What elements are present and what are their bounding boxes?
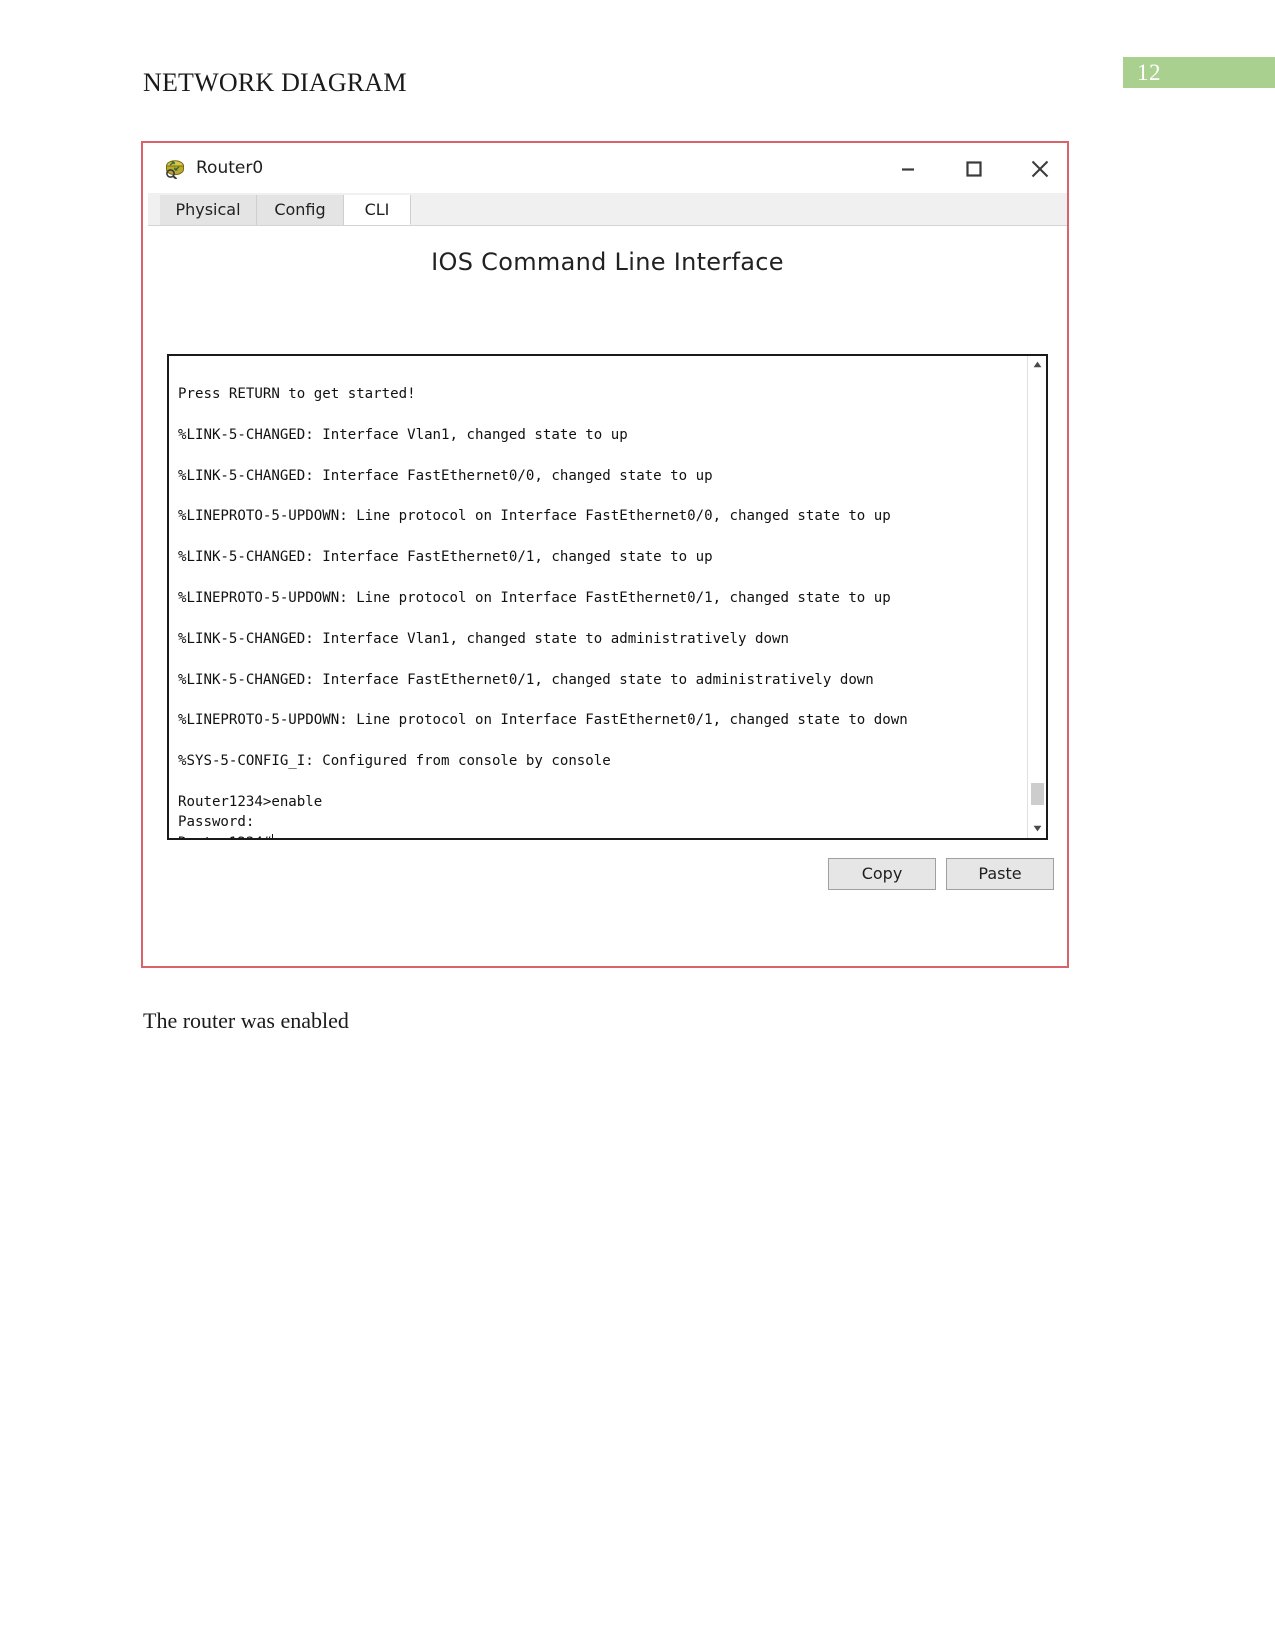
console-line: %LINK-5-CHANGED: Interface Vlan1, change… xyxy=(178,630,789,647)
text-cursor xyxy=(272,833,274,838)
console-prompt-text: Router1234# xyxy=(178,835,271,838)
console-line: %LINEPROTO-5-UPDOWN: Line protocol on In… xyxy=(178,712,908,729)
maximize-button[interactable] xyxy=(952,153,996,185)
window-title: Router0 xyxy=(196,158,264,178)
console-line: %LINK-5-CHANGED: Interface FastEthernet0… xyxy=(178,549,713,566)
scroll-down-arrow-icon[interactable] xyxy=(1028,820,1046,838)
console-password-line: Password: xyxy=(178,814,255,831)
page-number: 12 xyxy=(1137,60,1161,85)
console-line: %LINEPROTO-5-UPDOWN: Line protocol on In… xyxy=(178,508,891,525)
copy-button[interactable]: Copy xyxy=(828,858,936,890)
console-output-area: Press RETURN to get started! %LINK-5-CHAN… xyxy=(167,354,1048,840)
console-current-prompt: Router1234# xyxy=(178,833,1018,838)
window-titlebar: Router0 xyxy=(148,145,1067,193)
console-line: %LINK-5-CHANGED: Interface Vlan1, change… xyxy=(178,426,628,443)
screenshot-frame: Router0 Physical Config CLI IOS Command … xyxy=(141,141,1069,968)
router-cli-window: Router0 Physical Config CLI IOS Command … xyxy=(148,145,1067,966)
console-prompt-line: Router1234>enable xyxy=(178,793,323,810)
console-line: %SYS-5-CONFIG_I: Configured from console… xyxy=(178,753,611,770)
minimize-button[interactable] xyxy=(886,153,930,185)
console-scrollbar[interactable] xyxy=(1027,356,1046,838)
console-line: %LINEPROTO-5-UPDOWN: Line protocol on In… xyxy=(178,589,891,606)
page-number-band: 12 xyxy=(1123,57,1275,88)
tab-physical[interactable]: Physical xyxy=(160,195,257,225)
console-text[interactable]: Press RETURN to get started! %LINK-5-CHAN… xyxy=(169,356,1028,838)
tab-config[interactable]: Config xyxy=(257,195,344,225)
page-title: NETWORK DIAGRAM xyxy=(143,68,407,97)
tab-bar: Physical Config CLI xyxy=(148,193,1067,226)
router-icon xyxy=(164,157,188,180)
cli-heading: IOS Command Line Interface xyxy=(431,248,784,276)
figure-caption: The router was enabled xyxy=(143,1008,349,1033)
console-line: Press RETURN to get started! xyxy=(178,386,416,402)
console-line: %LINK-5-CHANGED: Interface FastEthernet0… xyxy=(178,671,874,688)
close-button[interactable] xyxy=(1018,153,1062,185)
paste-button[interactable]: Paste xyxy=(946,858,1054,890)
scroll-up-arrow-icon[interactable] xyxy=(1028,356,1046,374)
tab-cli[interactable]: CLI xyxy=(344,195,411,225)
cli-panel: IOS Command Line Interface Press RETURN … xyxy=(148,226,1067,966)
console-line: %LINK-5-CHANGED: Interface FastEthernet0… xyxy=(178,467,713,484)
scrollbar-thumb[interactable] xyxy=(1031,783,1044,805)
